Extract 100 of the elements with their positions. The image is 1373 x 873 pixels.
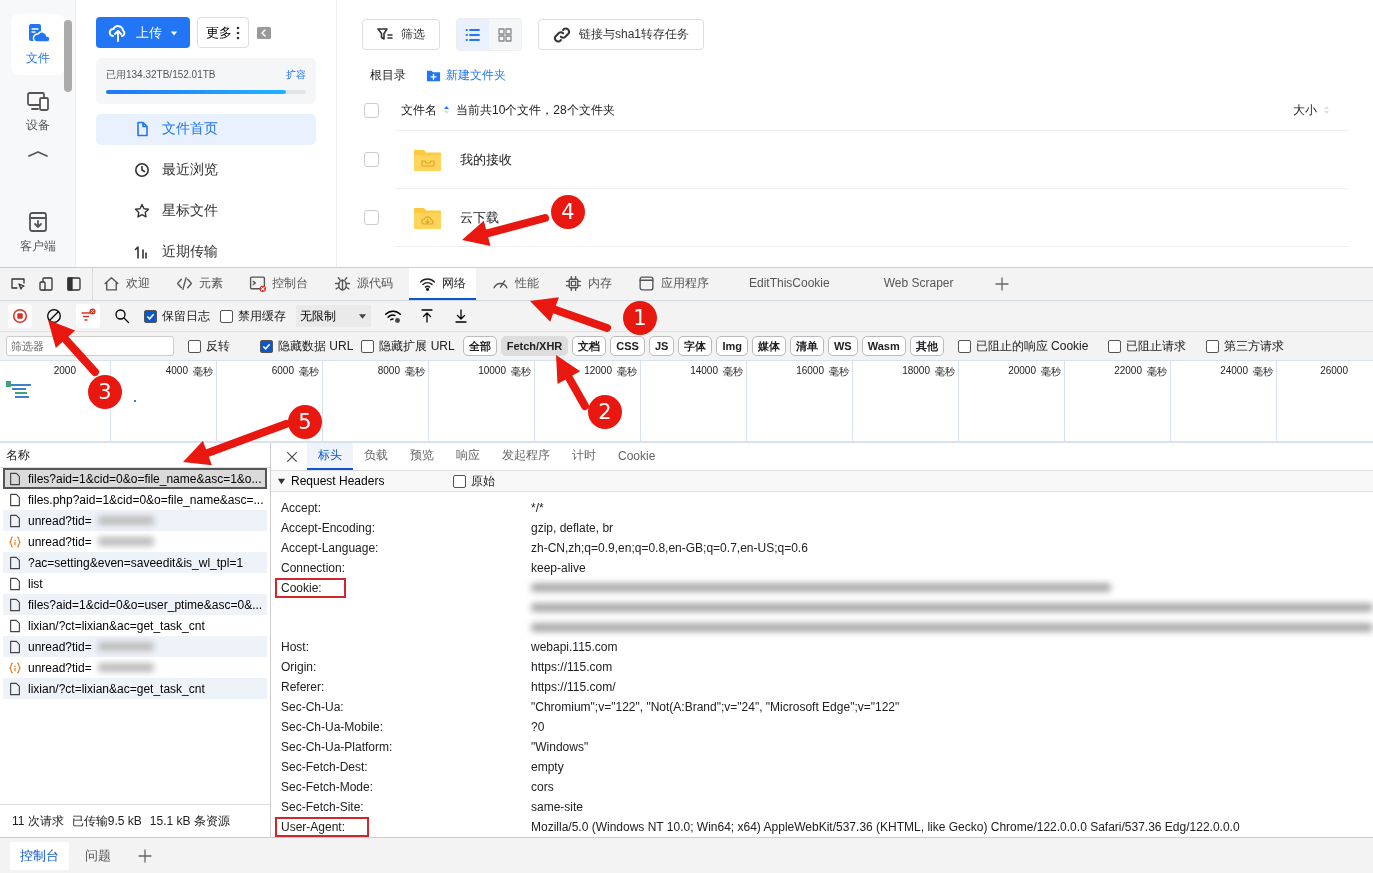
request-row[interactable]: files?aid=1&cid=0&o=file_name&asc=1&o...: [3, 468, 267, 489]
devtools-tab[interactable]: 欢迎: [93, 268, 160, 300]
checkbox[interactable]: [361, 339, 375, 353]
annotation-arrow: [48, 320, 99, 376]
checkbox-label: 已阻止的响应 Cookie: [975, 337, 1089, 355]
checkbox[interactable]: [260, 339, 273, 353]
detail-tab[interactable]: 标头: [307, 443, 353, 471]
grid-icon: [497, 26, 513, 43]
detail-tab[interactable]: 发起程序: [491, 443, 561, 471]
devtools-tab[interactable]: 内存: [555, 268, 622, 300]
filter-button[interactable]: 筛选: [362, 19, 440, 50]
devtools-tab[interactable]: EditThisCookie: [725, 268, 854, 300]
request-row[interactable]: lixian/?ct=lixian&ac=get_task_cnt: [3, 678, 267, 699]
filter-toggle-button[interactable]: [76, 304, 100, 328]
rail-item[interactable]: 文件: [10, 14, 65, 75]
devtools-tab[interactable]: 网络: [409, 268, 476, 300]
type-filter-button[interactable]: 全部: [462, 336, 497, 356]
scrollbar[interactable]: [64, 20, 72, 92]
devtools-tab[interactable]: 元素: [166, 268, 233, 300]
request-row[interactable]: ?ac=setting&even=saveedit&is_wl_tpl=1: [3, 552, 267, 573]
type-filter-button[interactable]: JS: [648, 336, 675, 356]
checkbox[interactable]: [453, 474, 466, 488]
detail-tab[interactable]: Cookie: [607, 443, 667, 471]
upload-button[interactable]: 上传: [96, 17, 190, 48]
type-filter-button[interactable]: 字体: [678, 336, 713, 356]
folder-name[interactable]: 云下载: [460, 208, 499, 227]
rail-item[interactable]: 设备: [10, 81, 65, 142]
code-icon: [176, 274, 193, 292]
new-folder-button[interactable]: 新建文件夹: [426, 67, 506, 84]
console-icon: [249, 274, 266, 292]
expand-link[interactable]: 扩容: [286, 68, 306, 82]
folder-name[interactable]: 我的接收: [460, 150, 512, 169]
filter-field[interactable]: 筛选器: [6, 336, 174, 356]
type-filter-button[interactable]: Img: [716, 336, 748, 356]
checkbox[interactable]: [1206, 339, 1220, 353]
section-toggle[interactable]: Request Headers: [277, 474, 453, 489]
request-row[interactable]: unread?tid=: [3, 636, 267, 657]
nav-item[interactable]: 星标文件: [96, 195, 316, 227]
step-badge: 4: [551, 195, 585, 229]
type-filter-button[interactable]: 其他: [909, 336, 944, 356]
list-view-button[interactable]: [457, 19, 489, 50]
checkbox[interactable]: [1108, 339, 1122, 353]
header-value: gzip, deflate, br: [531, 521, 615, 535]
header-value: https://115.com: [531, 660, 614, 674]
devtools-tab[interactable]: 性能: [482, 268, 549, 300]
more-button[interactable]: 更多: [197, 17, 249, 48]
header-name: Sec-Ch-Ua-Platform:: [280, 739, 394, 756]
breadcrumb-root[interactable]: 根目录: [370, 67, 406, 84]
document-icon: [134, 121, 150, 138]
timeline-unit: 毫秒: [723, 365, 743, 379]
nav-item[interactable]: 最近浏览: [96, 154, 316, 186]
checkbox[interactable]: [957, 339, 971, 353]
checkbox[interactable]: [220, 309, 233, 323]
devtools-tab[interactable]: 控制台: [239, 268, 318, 300]
header-name: Accept-Language:: [280, 540, 380, 557]
checkbox[interactable]: [188, 339, 201, 353]
checkbox-label: 反转: [206, 337, 230, 355]
devtools-tab[interactable]: 源代码: [324, 268, 403, 300]
timeline-unit: 毫秒: [1041, 365, 1061, 379]
header-value: "Chromium";v="122", "Not(A:Brand";v="24", "Microsoft Edge";v="122": [531, 700, 901, 714]
link-icon: [553, 25, 571, 44]
checkbox[interactable]: [144, 309, 157, 323]
detail-tab[interactable]: 计时: [561, 443, 607, 471]
record-icon: [12, 308, 28, 324]
filter-icon: [80, 308, 96, 324]
type-filter-button[interactable]: 文档: [572, 336, 607, 356]
type-filter-button[interactable]: Fetch/XHR: [500, 336, 569, 356]
devtools-tab[interactable]: Web Scraper: [859, 268, 978, 300]
detail-tab[interactable]: 预览: [399, 443, 445, 471]
devtools-tab[interactable]: 应用程序: [628, 268, 719, 300]
link-task-button[interactable]: 链接与sha1转存任务: [538, 19, 705, 50]
request-row[interactable]: unread?tid=: [3, 510, 267, 531]
header-value: https://115.com/: [531, 680, 617, 694]
drawer-tab[interactable]: 控制台: [10, 841, 69, 870]
detail-tab[interactable]: 负载: [353, 443, 399, 471]
record-button[interactable]: [8, 304, 32, 328]
request-row[interactable]: files?aid=1&cid=0&o=user_ptime&asc=0&...: [3, 594, 267, 615]
type-filter-button[interactable]: Wasm: [861, 336, 906, 356]
detail-tab[interactable]: 响应: [445, 443, 491, 471]
script-icon: [8, 660, 22, 675]
nav-item[interactable]: 文件首页: [96, 114, 316, 145]
rail-item[interactable]: 客户端: [10, 202, 65, 263]
checkbox-label: 隐藏扩展 URL: [379, 337, 455, 355]
type-filter-button[interactable]: CSS: [610, 336, 645, 356]
timeline-unit: 毫秒: [829, 365, 849, 379]
type-filter-button[interactable]: WS: [827, 336, 858, 356]
throttle-dropdown[interactable]: 无限制: [296, 305, 371, 327]
devices-icon: [25, 89, 50, 113]
drawer-tab[interactable]: 问题: [75, 841, 121, 870]
timeline-tick: 14000: [690, 365, 718, 376]
timeline-tick: 18000: [902, 365, 930, 376]
column-header[interactable]: 名称: [6, 446, 30, 464]
header-name: User-Agent:: [275, 817, 370, 837]
bug-icon: [334, 274, 351, 292]
sort-icon[interactable]: [443, 105, 450, 115]
nav-item[interactable]: 近期传输: [96, 236, 316, 267]
column-header[interactable]: 文件名: [401, 101, 437, 119]
type-filter-button[interactable]: 媒体: [751, 336, 786, 356]
column-header[interactable]: 大小: [1293, 101, 1317, 119]
type-filter-button[interactable]: 清单: [789, 336, 824, 356]
